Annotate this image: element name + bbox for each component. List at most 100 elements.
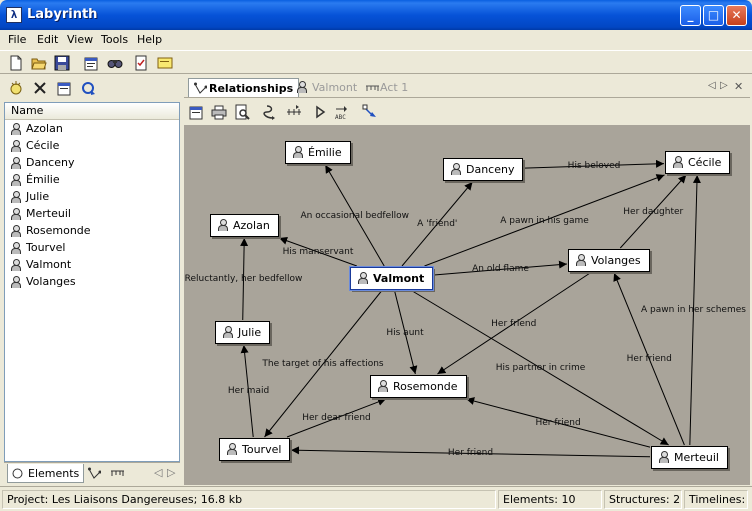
node-cecile[interactable]: Cécile — [665, 151, 731, 174]
tab-scroll-right-icon[interactable]: ▷ — [167, 466, 175, 479]
list-item-label: Rosemonde — [26, 224, 91, 237]
left-panel-tabs: Elements ◁ ▷ — [4, 462, 180, 484]
node-label: Émilie — [308, 146, 342, 159]
edge-label: His partner in crime — [495, 363, 586, 373]
timeline-icon[interactable] — [286, 104, 302, 120]
list-item-label: Cécile — [26, 139, 60, 152]
edge-label: Her dear friend — [302, 413, 371, 423]
list-item[interactable]: Julie — [5, 188, 179, 205]
list-item[interactable]: Danceny — [5, 154, 179, 171]
menu-edit[interactable]: Edit — [37, 33, 58, 46]
list-header-name[interactable]: Name — [5, 103, 179, 120]
tab-elements-label: Elements — [28, 467, 80, 480]
checklist-icon[interactable] — [133, 55, 149, 71]
node-emilie[interactable]: Émilie — [285, 141, 351, 164]
menu-view[interactable]: View — [67, 33, 93, 46]
list-item[interactable]: Volanges — [5, 273, 179, 290]
new-file-icon[interactable] — [8, 55, 24, 71]
timeline-icon — [366, 85, 379, 91]
person-icon — [297, 81, 307, 93]
status-structures: Structures: 2 — [604, 490, 682, 509]
app-icon[interactable]: λ — [6, 7, 22, 23]
list-item[interactable]: Merteuil — [5, 205, 179, 222]
doc-tab-scroll-left-icon[interactable]: ◁ — [708, 80, 716, 91]
person-icon — [659, 451, 669, 463]
edge-label: Her daughter — [623, 206, 684, 217]
person-icon — [358, 272, 368, 284]
list-item-label: Danceny — [26, 156, 75, 169]
node-tourvel[interactable]: Tourvel — [219, 438, 291, 461]
auto-arrange-icon[interactable] — [263, 104, 279, 120]
spellcheck-icon[interactable]: ABC — [334, 104, 350, 120]
tab-relationships-label: Relationships — [209, 82, 294, 95]
structure-properties-icon[interactable] — [188, 104, 204, 120]
node-rosemonde[interactable]: Rosemonde — [370, 375, 467, 398]
open-folder-icon[interactable] — [31, 55, 47, 71]
person-icon — [223, 326, 233, 338]
delete-icon[interactable] — [32, 80, 48, 96]
tab-structures-icon[interactable] — [88, 467, 101, 480]
node-valmont[interactable]: Valmont — [348, 266, 435, 291]
list-item-label: Merteuil — [26, 207, 71, 220]
element-list: Name Azolan Cécile Danceny Émilie Julie … — [4, 102, 180, 462]
person-icon — [293, 146, 303, 158]
person-icon — [218, 219, 228, 231]
element-properties-icon[interactable] — [56, 80, 72, 96]
note-icon[interactable] — [157, 55, 173, 71]
tab-act-1[interactable]: Act 1 — [360, 78, 408, 97]
list-item-label: Volanges — [26, 275, 76, 288]
list-item[interactable]: Cécile — [5, 137, 179, 154]
list-item-label: Émilie — [26, 173, 60, 186]
list-item[interactable]: Valmont — [5, 256, 179, 273]
menu-help[interactable]: Help — [137, 33, 162, 46]
node-danceny[interactable]: Danceny — [443, 158, 524, 181]
edge-label: A pawn in his game — [500, 215, 589, 226]
node-volanges[interactable]: Volanges — [568, 249, 650, 272]
person-icon — [11, 208, 21, 220]
node-azolan[interactable]: Azolan — [210, 214, 279, 237]
node-julie[interactable]: Julie — [215, 321, 271, 344]
minimize-button[interactable]: _ — [680, 5, 701, 26]
list-item[interactable]: Rosemonde — [5, 222, 179, 239]
close-button[interactable]: ✕ — [726, 5, 747, 26]
status-bar: Project: Les Liaisons Dangereuses; 16.8 … — [0, 486, 752, 511]
doc-tab-close-icon[interactable]: ✕ — [734, 80, 743, 93]
main-toolbar — [0, 50, 752, 74]
tab-valmont-label: Valmont — [312, 81, 358, 94]
print-preview-icon[interactable] — [234, 104, 250, 120]
play-icon[interactable] — [312, 104, 328, 120]
list-item[interactable]: Azolan — [5, 120, 179, 137]
structure-icon — [194, 82, 207, 94]
node-merteuil[interactable]: Merteuil — [651, 446, 728, 469]
tab-elements[interactable]: Elements — [7, 464, 85, 483]
tab-valmont[interactable]: Valmont — [292, 78, 357, 97]
connect-icon[interactable] — [362, 104, 378, 120]
edge-label: An occasional bedfellow — [300, 210, 409, 221]
properties-icon[interactable] — [83, 55, 99, 71]
list-item[interactable]: Tourvel — [5, 239, 179, 256]
add-element-icon[interactable] — [8, 80, 24, 96]
menu-file[interactable]: File — [8, 33, 26, 46]
window-title: Labyrinth — [27, 7, 98, 22]
tab-relationships[interactable]: Relationships — [188, 78, 300, 97]
goto-icon[interactable] — [81, 80, 97, 96]
edge-label: His aunt — [386, 327, 424, 338]
list-item[interactable]: Émilie — [5, 171, 179, 188]
edge-label: His beloved — [567, 160, 621, 171]
doc-tab-scroll-right-icon[interactable]: ▷ — [720, 80, 728, 91]
maximize-button[interactable]: □ — [703, 5, 724, 26]
person-icon — [11, 276, 21, 288]
tab-scroll-left-icon[interactable]: ◁ — [154, 466, 162, 479]
find-icon[interactable] — [107, 55, 123, 71]
relationship-canvas[interactable]: Émilie Danceny Cécile Azolan Valmont Vol… — [184, 125, 750, 485]
node-label: Julie — [238, 326, 262, 339]
list-item-label: Azolan — [26, 122, 63, 135]
save-icon[interactable] — [54, 55, 70, 71]
tab-act-1-label: Act 1 — [380, 81, 409, 94]
person-icon — [11, 259, 21, 271]
document-tabs: Relationships Valmont Act 1 ◁ ▷ ✕ — [184, 76, 750, 98]
print-icon[interactable] — [211, 104, 227, 120]
tab-timelines-icon[interactable] — [110, 469, 125, 477]
edge-label: Reluctantly, her bedfellow — [184, 274, 303, 284]
menu-tools[interactable]: Tools — [101, 33, 128, 46]
